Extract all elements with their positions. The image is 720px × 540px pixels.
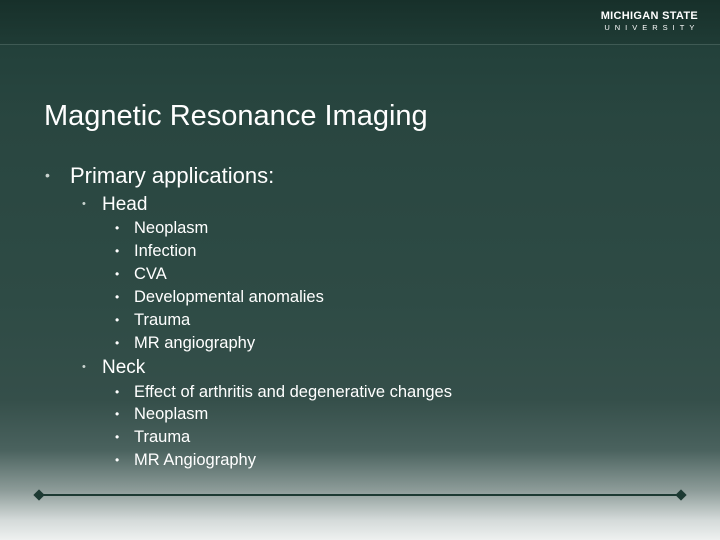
list-item: • Neoplasm <box>115 405 208 424</box>
list-item: • CVA <box>115 265 167 284</box>
slide-title: Magnetic Resonance Imaging <box>44 100 428 132</box>
list-item: • Infection <box>115 242 196 261</box>
bullet-marker: • <box>45 167 50 183</box>
msu-logo: MICHIGAN STATE UNIVERSITY <box>601 10 698 34</box>
logo-wordmark-line2: UNIVERSITY <box>604 23 700 32</box>
list-item: • MR angiography <box>115 334 255 353</box>
header-rule <box>0 44 720 45</box>
divider-right-diamond-icon <box>675 489 687 501</box>
list-item: • Trauma <box>115 311 190 330</box>
list-item-text: Trauma <box>134 428 191 446</box>
list-item: • Effect of arthritis and degenerative ch… <box>115 383 452 402</box>
list-item-text: Infection <box>134 242 197 260</box>
divider-left-diamond-icon <box>33 489 45 501</box>
bullet-marker: • <box>115 430 120 444</box>
list-item-text: CVA <box>134 265 167 283</box>
list-item: • MR Angiography <box>115 451 256 470</box>
bullet-primary-applications: • Primary applications: <box>45 163 274 189</box>
list-item-text: Developmental anomalies <box>134 288 324 306</box>
bullet-marker: • <box>115 221 120 235</box>
slide: MICHIGAN STATE UNIVERSITY Magnetic Reson… <box>0 0 720 540</box>
list-item: • Neoplasm <box>115 219 208 238</box>
list-item-text: Neoplasm <box>134 405 209 423</box>
list-item: • Trauma <box>115 428 190 447</box>
bullet-marker: • <box>115 290 120 304</box>
bullet-text: Primary applications: <box>70 163 275 188</box>
bullet-text: Neck <box>102 357 146 378</box>
footer-divider <box>38 494 682 496</box>
bullet-marker: • <box>115 407 120 421</box>
bullet-marker: • <box>115 336 120 350</box>
bullet-marker: • <box>115 385 120 399</box>
list-item-text: MR angiography <box>134 334 256 352</box>
list-item-text: Trauma <box>134 311 191 329</box>
logo-wordmark-line1: MICHIGAN STATE <box>600 10 698 22</box>
bullet-marker: • <box>82 198 86 210</box>
bullet-head: • Head <box>82 194 147 216</box>
list-item: • Developmental anomalies <box>115 288 324 307</box>
bullet-neck: • Neck <box>82 357 145 379</box>
bullet-marker: • <box>115 244 120 258</box>
list-item-text: Neoplasm <box>134 219 209 237</box>
bullet-marker: • <box>115 267 120 281</box>
bullet-marker: • <box>82 361 86 373</box>
bullet-marker: • <box>115 453 120 467</box>
bullet-marker: • <box>115 313 120 327</box>
list-item-text: MR Angiography <box>134 451 256 469</box>
list-item-text: Effect of arthritis and degenerative cha… <box>134 383 452 401</box>
bullet-text: Head <box>102 194 148 215</box>
